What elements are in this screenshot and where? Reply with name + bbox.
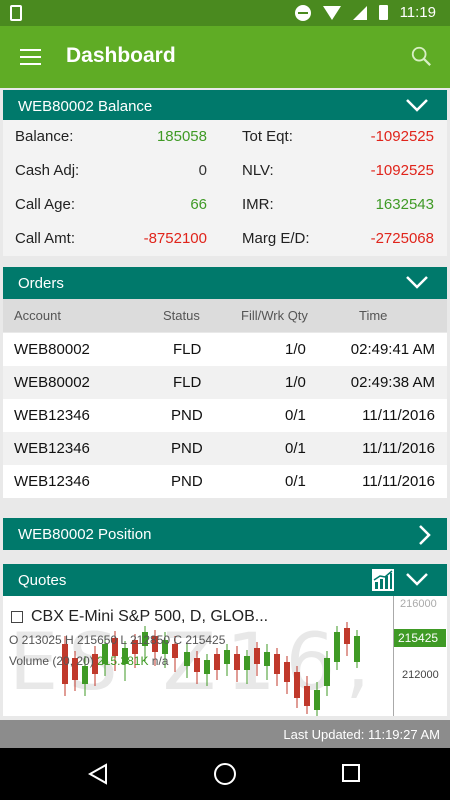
app-bar: Dashboard [0, 26, 450, 88]
call-age-value: 66 [190, 196, 207, 213]
axis-tick-mid: 212000 [402, 669, 439, 681]
order-account: WEB12346 [14, 440, 90, 457]
orders-panel-title: Orders [18, 275, 64, 292]
order-account: WEB12346 [14, 407, 90, 424]
tot-eqt-label: Tot Eqt: [242, 128, 293, 145]
column-status[interactable]: Status [163, 308, 200, 323]
recents-icon[interactable] [342, 764, 360, 782]
column-qty[interactable]: Fill/Wrk Qty [241, 308, 308, 323]
last-updated-text: Last Updated: 11:19:27 AM [283, 727, 440, 742]
imr-label: IMR: [242, 196, 274, 213]
order-status: PND [171, 440, 203, 457]
chevron-down-icon[interactable] [405, 274, 429, 290]
marg-ed-label: Marg E/D: [242, 230, 310, 247]
chevron-down-icon[interactable] [405, 97, 429, 113]
menu-icon[interactable] [20, 49, 41, 65]
balance-row: Call Age: 66 IMR: 1632543 [3, 188, 447, 222]
battery-icon [378, 5, 388, 20]
table-row[interactable]: WEB12346 PND 0/1 11/11/2016 [3, 465, 447, 498]
table-row[interactable]: WEB80002 FLD 1/0 02:49:41 AM [3, 333, 447, 366]
call-amt-label: Call Amt: [15, 230, 76, 247]
notification-icon [10, 5, 22, 21]
table-row[interactable]: WEB12346 PND 0/1 11/11/2016 [3, 432, 447, 465]
nlv-label: NLV: [242, 162, 274, 179]
page-title: Dashboard [66, 44, 176, 67]
status-bar: 11:19 [0, 0, 450, 26]
marg-ed-value: -2725068 [370, 230, 434, 247]
order-status: FLD [173, 374, 202, 391]
balance-panel-header[interactable]: WEB80002 Balance [3, 90, 447, 122]
balance-panel: Balance: 185058 Tot Eqt: -1092525 Cash A… [3, 120, 447, 256]
balance-row: Call Amt: -8752100 Marg E/D: -2725068 [3, 222, 447, 256]
balance-row: Cash Adj: 0 NLV: -1092525 [3, 154, 447, 188]
signal-icon [352, 5, 367, 20]
do-not-disturb-icon [294, 4, 311, 21]
call-age-label: Call Age: [15, 196, 76, 213]
order-status: FLD [173, 341, 202, 358]
quotes-panel-title: Quotes [18, 572, 67, 589]
order-status: PND [171, 407, 203, 424]
order-time: 11/11/2016 [362, 440, 435, 457]
order-account: WEB80002 [14, 341, 90, 358]
chart-ohlc: O 213025 H 215650 L 212850 C 215425 [9, 633, 226, 647]
order-qty: 0/1 [285, 407, 306, 424]
orders-panel-header[interactable]: Orders [3, 267, 447, 299]
nlv-value: -1092525 [370, 162, 434, 179]
order-account: WEB80002 [14, 374, 90, 391]
order-time: 11/11/2016 [362, 407, 435, 424]
chart-volume: Volume (20, 20) 215.381K n/a [9, 654, 168, 668]
current-price-badge: 215425 [394, 629, 446, 647]
volume-value: 215.381K [97, 654, 149, 668]
back-icon[interactable] [88, 763, 108, 785]
order-qty: 1/0 [285, 374, 306, 391]
order-qty: 0/1 [285, 473, 306, 490]
table-row[interactable]: WEB80002 FLD 1/0 02:49:38 AM [3, 366, 447, 399]
chevron-right-icon[interactable] [417, 524, 431, 546]
position-panel-title: WEB80002 Position [18, 526, 152, 543]
balance-panel-title: WEB80002 Balance [18, 98, 153, 115]
balance-row: Balance: 185058 Tot Eqt: -1092525 [3, 120, 447, 154]
call-amt-value: -8752100 [143, 230, 207, 247]
position-panel-header[interactable]: WEB80002 Position [3, 518, 447, 550]
tot-eqt-value: -1092525 [370, 128, 434, 145]
balance-label: Balance: [15, 128, 74, 145]
volume-na: n/a [151, 654, 169, 668]
order-qty: 1/0 [285, 341, 306, 358]
order-time: 02:49:38 AM [350, 374, 435, 391]
balance-value: 185058 [156, 128, 207, 145]
order-time: 02:49:41 AM [350, 341, 435, 358]
order-account: WEB12346 [14, 473, 90, 490]
chevron-down-icon[interactable] [405, 571, 429, 587]
status-time: 11:19 [399, 4, 436, 21]
chart-checkbox[interactable] [11, 611, 23, 623]
last-updated-bar: Last Updated: 11:19:27 AM [0, 720, 450, 748]
system-nav-bar [0, 748, 450, 800]
axis-tick-top: 216000 [400, 598, 437, 610]
orders-table-header: Account Status Fill/Wrk Qty Time [3, 299, 447, 332]
volume-label: Volume (20, 20) [9, 654, 94, 668]
order-status: PND [171, 473, 203, 490]
home-icon[interactable] [214, 763, 236, 785]
column-time[interactable]: Time [359, 308, 387, 323]
cash-adj-value: 0 [198, 162, 207, 179]
order-time: 11/11/2016 [362, 473, 435, 490]
imr-value: 1632543 [375, 196, 434, 213]
search-icon[interactable] [410, 45, 432, 67]
quotes-panel-header[interactable]: Quotes [3, 564, 447, 596]
table-row[interactable]: WEB12346 PND 0/1 11/11/2016 [3, 399, 447, 432]
quote-chart[interactable]: ES Z16, D [3, 596, 447, 716]
chart-icon[interactable] [371, 568, 395, 592]
cash-adj-label: Cash Adj: [15, 162, 80, 179]
wifi-icon [322, 5, 341, 20]
order-qty: 0/1 [285, 440, 306, 457]
chart-title: CBX E-Mini S&P 500, D, GLOB... [31, 608, 269, 625]
column-account[interactable]: Account [14, 308, 61, 323]
price-axis: 216000 215425 212000 [393, 596, 447, 716]
